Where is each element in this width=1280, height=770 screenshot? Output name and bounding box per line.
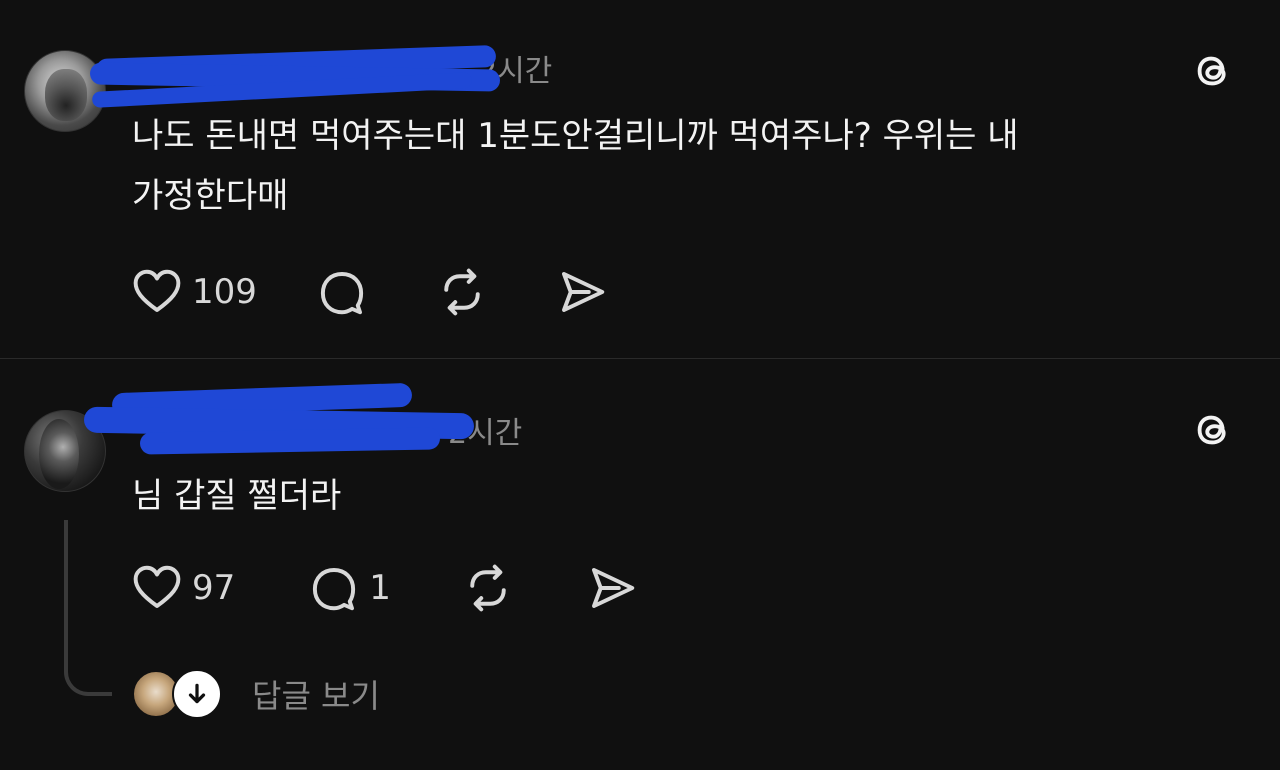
like-button[interactable]: 109 xyxy=(130,265,257,319)
repost-button[interactable] xyxy=(435,265,489,319)
comment-icon xyxy=(320,272,363,315)
action-bar: 109 xyxy=(130,264,609,320)
post-text-line: 가정한다매 xyxy=(132,176,289,216)
post-1: 2시간 나도 돈내면 먹여주는대 1분도안걸리니까 먹여주나? 우위는 내 가정… xyxy=(0,0,1280,359)
post-text-line: 나도 돈내면 먹여주는대 1분도안걸리니까 먹여주나? 우위는 내 xyxy=(132,116,1019,156)
share-icon xyxy=(561,272,605,312)
share-icon xyxy=(591,568,635,608)
view-replies-row[interactable]: 답글 보기 xyxy=(132,668,380,720)
repost-icon xyxy=(470,564,506,612)
redaction-mark xyxy=(139,427,441,455)
view-replies-link[interactable]: 답글 보기 xyxy=(252,671,380,717)
heart-icon xyxy=(133,565,181,608)
threads-logo-icon[interactable] xyxy=(1190,48,1236,94)
post-text: 님 갑질 쩔더라 xyxy=(132,466,1232,526)
threads-logo-icon[interactable] xyxy=(1190,407,1236,453)
post-text-line: 님 갑질 쩔더라 xyxy=(132,476,342,516)
heart-icon xyxy=(133,269,181,312)
avatar[interactable] xyxy=(24,50,106,132)
repost-icon xyxy=(444,268,480,316)
share-button[interactable] xyxy=(555,265,609,319)
comment-count: 1 xyxy=(369,568,391,608)
like-button[interactable]: 97 xyxy=(130,561,235,615)
like-count: 109 xyxy=(192,272,257,312)
thread-connector-line xyxy=(64,520,112,696)
comment-button[interactable] xyxy=(315,265,369,319)
comment-icon xyxy=(313,568,356,611)
share-button[interactable] xyxy=(585,561,639,615)
comment-button[interactable]: 1 xyxy=(307,561,391,615)
post-text: 나도 돈내면 먹여주는대 1분도안걸리니까 먹여주나? 우위는 내 가정한다매 xyxy=(132,106,1232,226)
arrow-down-icon xyxy=(188,683,206,704)
expand-replies-badge[interactable] xyxy=(172,669,222,719)
action-bar: 97 1 xyxy=(130,560,639,616)
repost-button[interactable] xyxy=(461,561,515,615)
like-count: 97 xyxy=(192,568,236,608)
